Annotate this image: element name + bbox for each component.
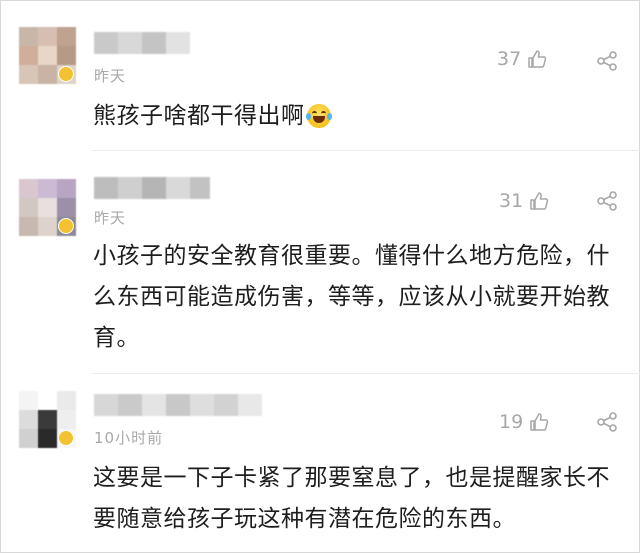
comment-item: 10小时前 19 这要是一下子卡紧了那要窒息了，也是提醒家长不要随意给孩子玩这种… (0, 374, 640, 553)
avatar-mosaic-tile (38, 391, 57, 410)
comment-item: 昨天 37 熊孩子啥都干得出啊 (0, 0, 640, 151)
avatar-mosaic-tile (57, 410, 76, 429)
avatar-mosaic-tile (19, 429, 38, 448)
comment-text: 小孩子的安全教育很重要。懂得什么地方危险，什么东西可能造成伤害，等等，应该从小就… (93, 243, 610, 351)
thumbs-up-icon (528, 50, 547, 68)
like-button[interactable]: 37 (497, 48, 547, 70)
share-icon[interactable] (596, 191, 618, 211)
avatar-mosaic-tile (57, 198, 76, 217)
avatar-mosaic-tile (57, 46, 76, 65)
username-mosaic-block (166, 394, 190, 416)
comment-time: 昨天 (94, 67, 127, 85)
avatar-mosaic-tile (19, 65, 38, 84)
username-mosaic-block (118, 394, 142, 416)
like-count: 31 (499, 190, 524, 212)
avatar-mosaic-tile (38, 27, 57, 46)
avatar-mosaic-tile (57, 391, 76, 410)
comment-time: 10小时前 (94, 429, 164, 447)
username-blurred[interactable] (94, 177, 210, 199)
avatar-mosaic-tile (19, 217, 38, 236)
username-mosaic-block (142, 32, 166, 54)
avatar-mosaic-tile (19, 198, 38, 217)
avatar-mosaic-tile (38, 410, 57, 429)
avatar-mosaic-tile (38, 429, 57, 448)
vip-badge (58, 66, 74, 82)
comment-item: 昨天 31 小孩子的安全教育很重要。懂得什么地方危险，什么东西可能造成伤害，等等… (0, 151, 640, 374)
like-count: 37 (497, 48, 522, 70)
username-blurred[interactable] (94, 394, 264, 416)
like-button[interactable]: 19 (499, 411, 549, 433)
comment-time: 昨天 (94, 209, 127, 227)
username-mosaic-block (118, 32, 142, 54)
username-mosaic-block (214, 394, 238, 416)
laugh-cry-emoji (305, 104, 332, 128)
avatar-mosaic-tile (57, 27, 76, 46)
username-mosaic-block (94, 394, 118, 416)
avatar-mosaic-tile (38, 198, 57, 217)
username-mosaic-block (166, 177, 190, 199)
vip-badge (58, 218, 74, 234)
username-mosaic-block (94, 177, 118, 199)
like-button[interactable]: 31 (499, 190, 549, 212)
username-mosaic-block (238, 394, 262, 416)
username-mosaic-block (166, 32, 190, 54)
username-mosaic-block (94, 32, 118, 54)
comment-text: 熊孩子啥都干得出啊 (93, 96, 628, 137)
username-mosaic-block (142, 177, 166, 199)
username-mosaic-block (190, 394, 214, 416)
avatar-mosaic-tile (19, 410, 38, 429)
thumbs-up-icon (530, 192, 549, 210)
avatar-mosaic-tile (19, 27, 38, 46)
avatar-mosaic-tile (19, 391, 38, 410)
avatar-mosaic-tile (38, 65, 57, 84)
avatar-mosaic-tile (38, 179, 57, 198)
thumbs-up-icon (530, 413, 549, 431)
avatar-mosaic-tile (38, 46, 57, 65)
like-count: 19 (499, 411, 524, 433)
avatar-mosaic-tile (19, 179, 38, 198)
comment-text: 这要是一下子卡紧了那要窒息了，也是提醒家长不要随意给孩子玩这种有潜在危险的东西。 (93, 465, 610, 532)
username-blurred[interactable] (94, 32, 194, 54)
share-icon[interactable] (596, 51, 618, 71)
username-mosaic-block (118, 177, 142, 199)
vip-badge (58, 430, 74, 446)
avatar-mosaic-tile (38, 217, 57, 236)
share-icon[interactable] (596, 412, 618, 432)
avatar-mosaic-tile (19, 46, 38, 65)
avatar-mosaic-tile (57, 179, 76, 198)
username-mosaic-block (190, 177, 210, 199)
username-mosaic-block (142, 394, 166, 416)
